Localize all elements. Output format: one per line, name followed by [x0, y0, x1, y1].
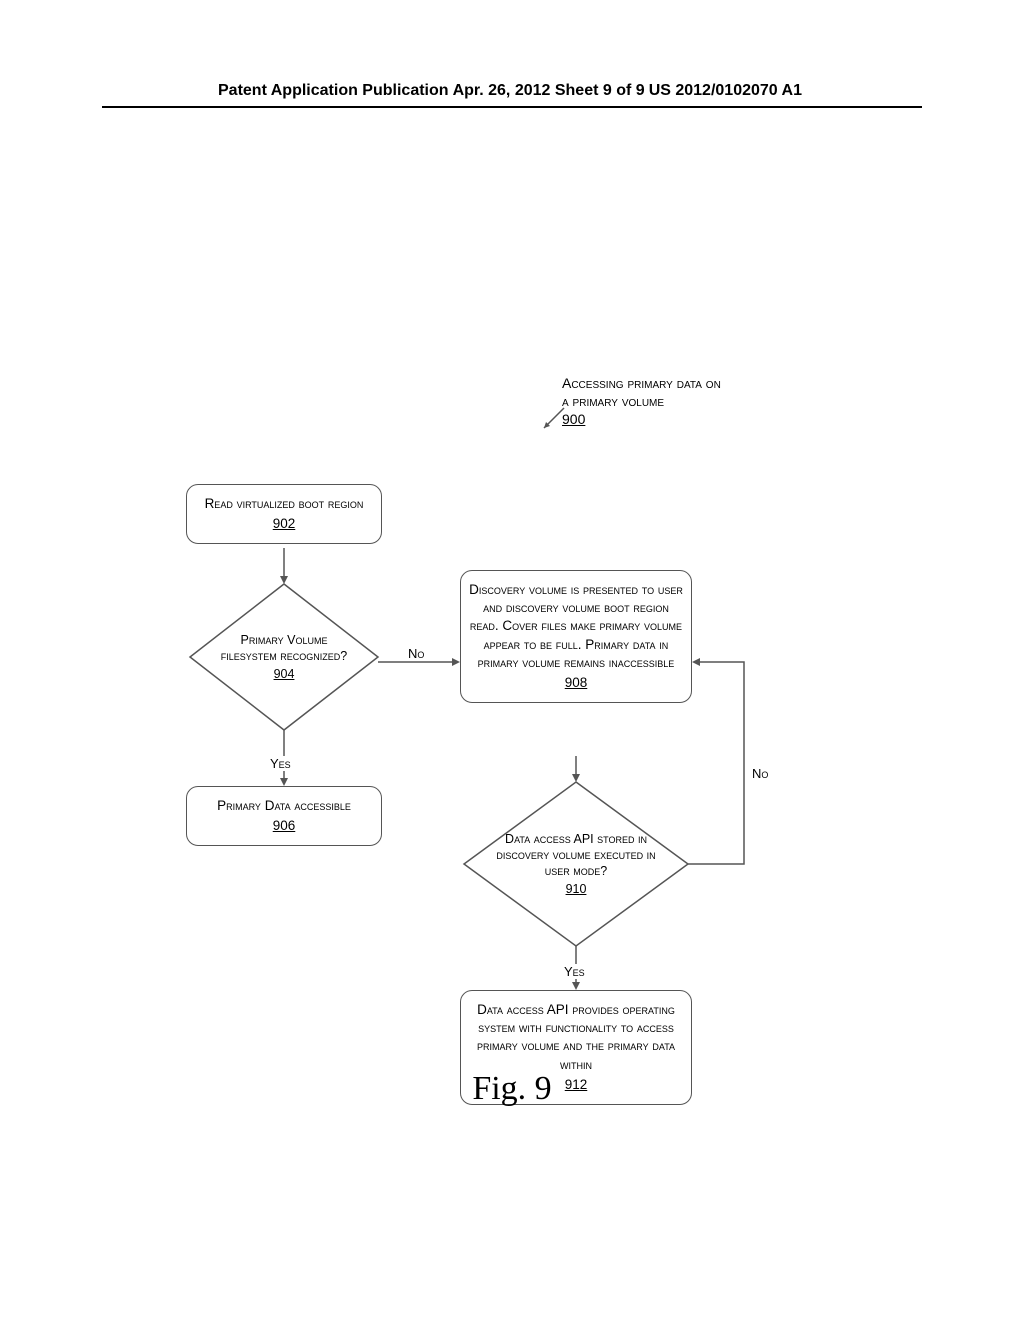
page-header: Patent Application Publication Apr. 26, … [102, 82, 922, 108]
title-line1: Accessing primary data on [562, 374, 721, 392]
title-ref: 900 [562, 410, 721, 428]
arrow-902-904 [280, 548, 288, 584]
label-no-910: No [750, 766, 770, 781]
diagram-title: Accessing primary data on a primary volu… [562, 374, 721, 429]
label-no-904: No [406, 646, 426, 661]
figure-caption: Fig. 9 [0, 1070, 1024, 1108]
hdr-right: US 2012/0102070 A1 [649, 82, 802, 100]
decision-910-ref: 910 [488, 881, 664, 897]
decision-904: Primary Volume filesystem recognized? 90… [188, 582, 380, 732]
label-yes-904: Yes [268, 756, 293, 771]
step-906: Primary Data accessible 906 [186, 786, 382, 846]
title-leader [540, 406, 566, 432]
decision-904-text: Primary Volume filesystem recognized? [214, 632, 354, 665]
step-906-text: Primary Data accessible [195, 797, 373, 815]
step-908: Discovery volume is presented to user an… [460, 570, 692, 703]
arrow-910-no-loop [688, 650, 758, 870]
step-902-text: Read virtualized boot region [195, 495, 373, 513]
decision-910-text: Data access API stored in discovery volu… [488, 831, 664, 880]
step-906-ref: 906 [195, 817, 373, 835]
hdr-mid: Apr. 26, 2012 Sheet 9 of 9 [453, 82, 645, 100]
step-902: Read virtualized boot region 902 [186, 484, 382, 544]
decision-904-ref: 904 [214, 666, 354, 682]
arrow-908-910 [572, 756, 580, 782]
title-line2: a primary volume [562, 392, 721, 410]
step-908-text: Discovery volume is presented to user an… [469, 581, 683, 672]
step-908-ref: 908 [469, 674, 683, 692]
flowchart: Accessing primary data on a primary volu… [0, 170, 1024, 1070]
label-yes-910: Yes [562, 964, 587, 979]
step-902-ref: 902 [195, 515, 373, 533]
hdr-left: Patent Application Publication [218, 82, 449, 100]
decision-910: Data access API stored in discovery volu… [462, 780, 690, 948]
step-912-text: Data access API provides operating syste… [469, 1001, 683, 1074]
